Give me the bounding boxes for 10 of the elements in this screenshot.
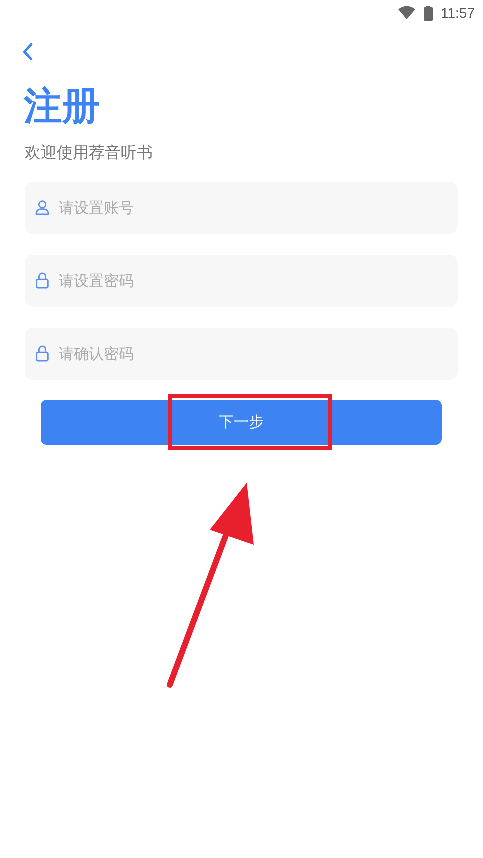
next-button[interactable]: 下一步 bbox=[41, 400, 442, 445]
back-icon[interactable] bbox=[22, 43, 34, 61]
status-time: 11:57 bbox=[441, 5, 475, 21]
input-field[interactable]: 请设置账号 bbox=[25, 182, 458, 234]
battery-icon bbox=[424, 6, 433, 20]
input-field[interactable]: 请确认密码 bbox=[25, 328, 458, 380]
input-field[interactable]: 请设置密码 bbox=[25, 255, 458, 307]
wifi-icon bbox=[398, 6, 416, 20]
page-title: 注册 bbox=[24, 83, 101, 129]
welcome-text: 欢迎使用荐音听书 bbox=[25, 143, 154, 164]
